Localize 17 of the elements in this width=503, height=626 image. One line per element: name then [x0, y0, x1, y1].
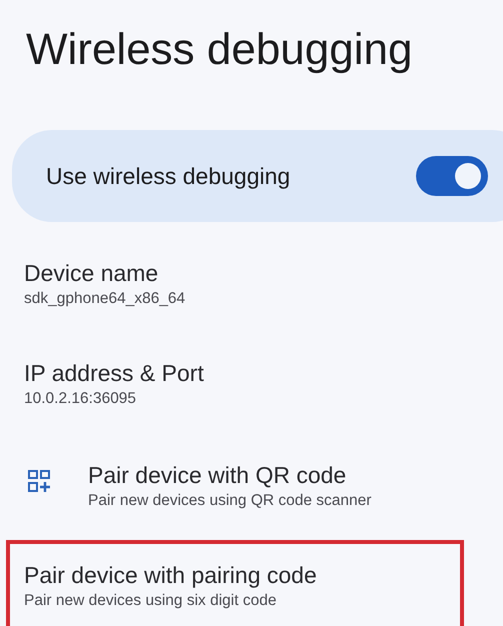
switch-label: Use wireless debugging: [46, 162, 292, 190]
page-title: Wireless debugging: [25, 24, 414, 76]
setting-row[interactable]: Pair device with QR code Pair new devices using QR code scanner: [0, 448, 503, 524]
setting-subtitle: Pair new devices using six digit code: [24, 591, 278, 611]
setting-row[interactable]: IP address & Port 10.0.2.16:36095: [0, 346, 503, 422]
setting-title: Pair device with QR code: [88, 461, 348, 490]
qr-code-icon: [28, 470, 50, 492]
switch-card[interactable]: Use wireless debugging: [12, 130, 503, 222]
setting-title: Pair device with pairing code: [24, 561, 317, 590]
setting-title: IP address & Port: [24, 359, 204, 388]
setting-title: Device name: [24, 259, 160, 288]
toggle-switch[interactable]: [416, 156, 488, 196]
setting-subtitle: 10.0.2.16:36095: [24, 389, 138, 409]
highlighted-setting-row[interactable]: Pair device with pairing code Pair new devices using six digit code: [6, 540, 464, 626]
setting-subtitle: Pair new devices using QR code scanner: [88, 491, 372, 511]
setting-subtitle: sdk_gphone64_x86_64: [24, 289, 186, 309]
setting-row[interactable]: Device name sdk_gphone64_x86_64: [0, 246, 503, 322]
